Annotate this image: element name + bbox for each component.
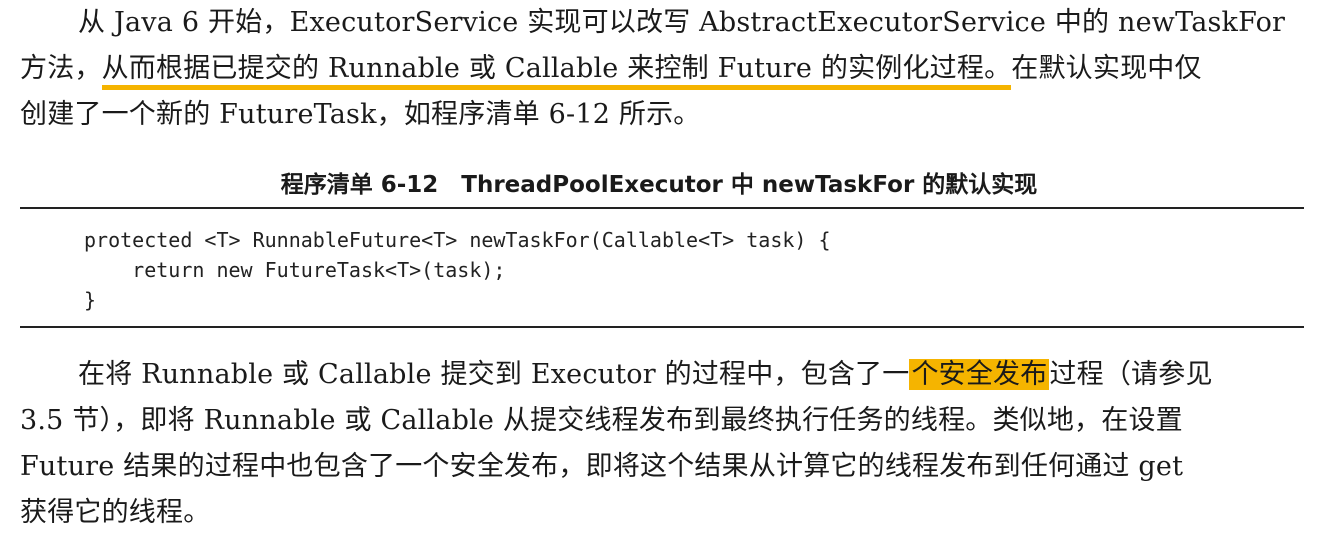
- paragraph1-line3: 创建了一个新的 FutureTask，如程序清单 6-12 所示。: [20, 99, 701, 130]
- code-line-2: return new FutureTask<T>(task);: [84, 258, 506, 282]
- code-line-1: protected <T> RunnableFuture<T> newTaskF…: [84, 228, 831, 252]
- code-bottom-rule: [20, 326, 1304, 328]
- paragraph2-line1: 在将 Runnable 或 Callable 提交到 Executor 的过程中…: [78, 352, 1318, 398]
- highlighted-term: 个安全发布: [909, 359, 1050, 390]
- paragraph1-line1: 从 Java 6 开始，ExecutorService 实现可以改写 Abstr…: [78, 7, 1286, 38]
- code-top-rule: [20, 207, 1304, 209]
- underlined-sentence: 从而根据已提交的 Runnable 或 Callable 来控制 Future …: [101, 53, 1012, 90]
- paragraph2-line1-start: 在将 Runnable 或 Callable 提交到 Executor 的过程中…: [78, 359, 910, 390]
- paragraph2-line1-end: 过程（请参见: [1049, 359, 1213, 390]
- paragraph2-line3: Future 结果的过程中也包含了一个安全发布，即将这个结果从计算它的线程发布到…: [20, 451, 1184, 482]
- paragraph2-line2: 3.5 节），即将 Runnable 或 Callable 从提交线程发布到最终…: [20, 405, 1183, 436]
- paragraph1-line2: 方法，从而根据已提交的 Runnable 或 Callable 来控制 Futu…: [20, 46, 1300, 92]
- code-line-3: }: [84, 288, 97, 312]
- paragraph1-line2-end: 在默认实现中仅: [1011, 53, 1202, 84]
- paragraph2-line4: 获得它的线程。: [20, 497, 211, 528]
- listing-title: 程序清单 6-12 ThreadPoolExecutor 中 newTaskFo…: [280, 172, 1038, 198]
- paragraph1-line2-start: 方法，: [20, 53, 102, 84]
